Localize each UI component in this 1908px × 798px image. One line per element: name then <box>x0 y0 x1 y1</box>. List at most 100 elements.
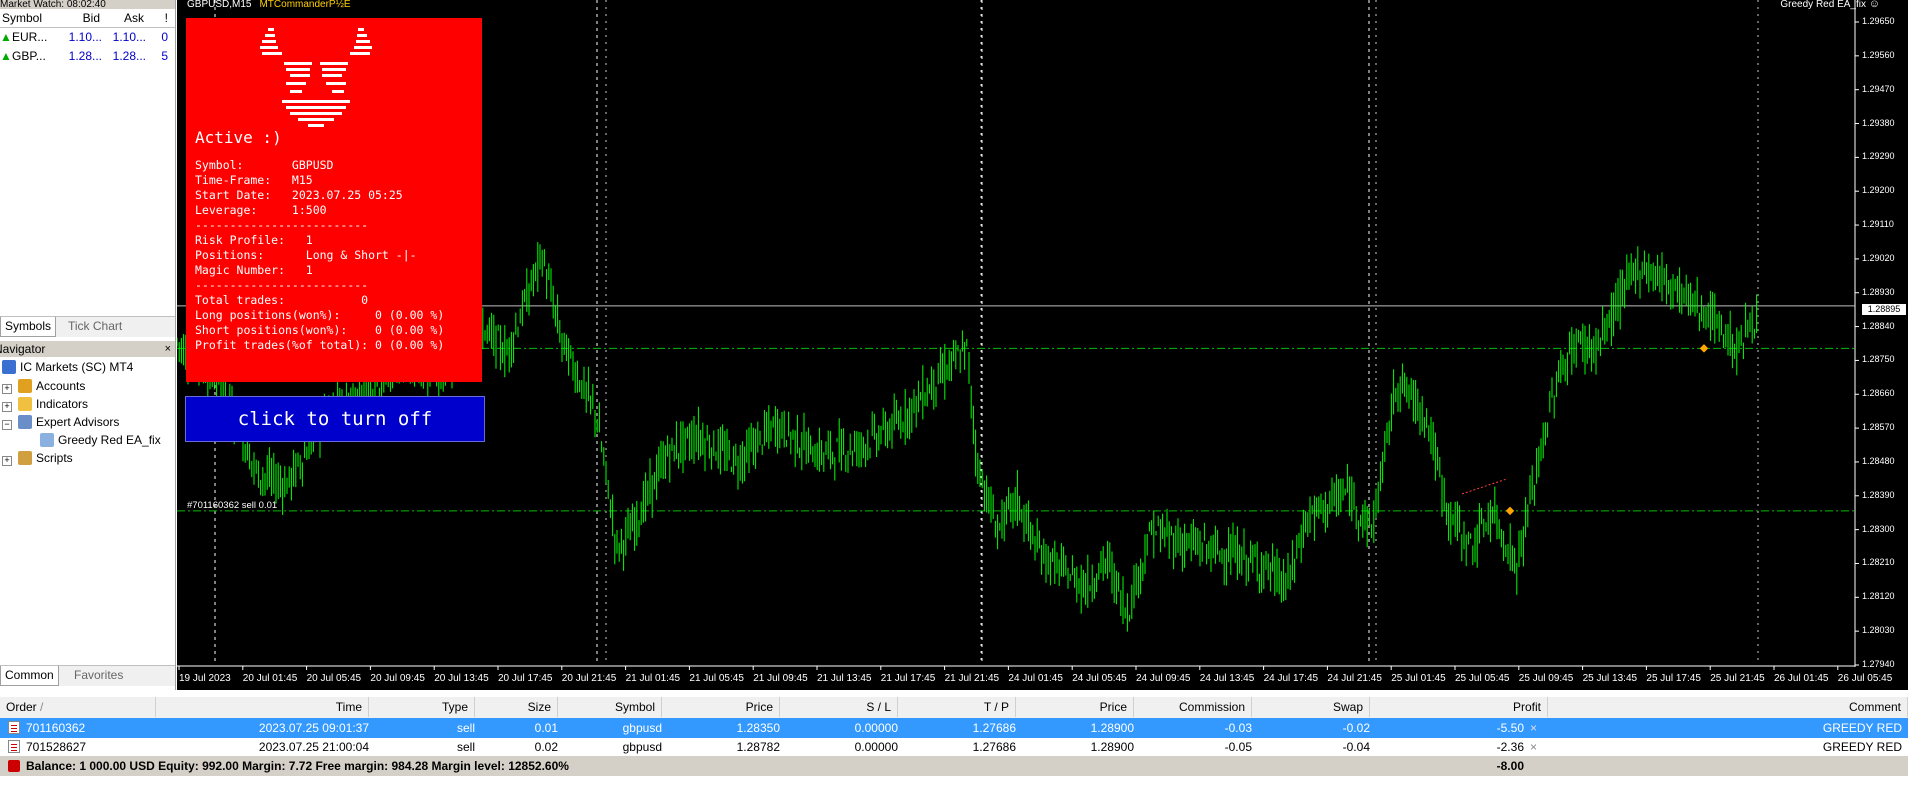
col-commission[interactable]: Commission <box>1134 697 1252 717</box>
nav-indicators[interactable]: Indicators <box>18 396 88 413</box>
time-label: 25 Jul 09:45 <box>1518 673 1574 684</box>
price-label: 1.29560 <box>1862 49 1895 60</box>
col-size[interactable]: Size <box>475 697 558 717</box>
ea-info-line: Positions: Long & Short -|- <box>195 248 417 262</box>
order-order: 701528627 <box>26 740 87 754</box>
col-ask[interactable]: Ask <box>104 9 144 27</box>
bull-logo-icon <box>260 28 372 127</box>
market-watch-title: Market Watch: 08:02:40 <box>0 0 175 9</box>
collapse-icon[interactable]: − <box>2 420 12 430</box>
scripts-icon <box>18 451 32 465</box>
col-swap[interactable]: Swap <box>1252 697 1370 717</box>
time-label: 21 Jul 05:45 <box>689 673 744 684</box>
price-label: 1.29380 <box>1862 117 1895 128</box>
total-profit: -8.00 <box>1496 759 1524 773</box>
order-row[interactable]: 701528627 2023.07.25 21:00:04 sell 0.02 gbpu… <box>0 737 1908 757</box>
col-order[interactable]: Order / <box>0 697 156 717</box>
col-sl[interactable]: S / L <box>780 697 898 717</box>
order-cur-price: 1.28900 <box>1090 721 1134 735</box>
row-ask: 1.28... <box>112 49 146 63</box>
navigator-tabs: Common Favorites <box>0 665 175 686</box>
order-commission: -0.03 <box>1224 721 1252 735</box>
ea-info-line: Magic Number: 1 <box>195 263 313 277</box>
price-label: 1.28840 <box>1862 320 1895 331</box>
ea-name-label: Greedy Red EA_fix <box>1780 0 1866 10</box>
col-symbol[interactable]: Symbol <box>2 9 52 27</box>
order-comment: GREEDY RED <box>1822 721 1902 735</box>
navigator-title: Navigator × <box>0 341 175 357</box>
up-arrow-icon: ▲ <box>0 49 10 63</box>
ea-info-line: Long positions(won%): 0 (0.00 %) <box>195 308 445 322</box>
price-label: 1.27940 <box>1862 659 1895 669</box>
balance-summary: Balance: 1 000.00 USD Equity: 992.00 Mar… <box>26 759 569 773</box>
tab-common[interactable]: Common <box>0 666 59 686</box>
price-chart[interactable]: GBPUSD,M15 MTCommanderP½E Greedy Red EA_f… <box>177 0 1908 690</box>
market-watch-tabs: Symbols Tick Chart <box>0 316 175 337</box>
order-tp: 1.27686 <box>972 740 1016 754</box>
trade-connector <box>1461 478 1508 495</box>
col-comment[interactable]: Comment <box>1548 697 1908 717</box>
time-label: 24 Jul 17:45 <box>1263 673 1319 684</box>
order-icon <box>8 740 20 753</box>
order-swap: -0.04 <box>1342 740 1370 754</box>
price-label: 1.28930 <box>1862 286 1895 297</box>
smiley-icon: ☺ <box>1868 0 1880 10</box>
close-order-icon[interactable]: × <box>1530 718 1542 738</box>
expert-advisors-icon <box>18 415 32 429</box>
order-sl: 0.00000 <box>854 721 898 735</box>
nav-greedy-red-ea[interactable]: Greedy Red EA_fix <box>40 432 161 449</box>
order-tp: 1.27686 <box>972 721 1016 735</box>
nav-scripts[interactable]: Scripts <box>18 450 73 467</box>
ea-info-line: Total trades: 0 <box>195 293 369 307</box>
time-label: 24 Jul 05:45 <box>1072 673 1127 684</box>
row-bid: 1.28... <box>68 49 102 63</box>
expand-icon[interactable]: + <box>2 402 12 412</box>
expand-icon[interactable]: + <box>2 456 12 466</box>
time-label: 20 Jul 05:45 <box>306 673 362 684</box>
col-price[interactable]: Price <box>662 697 780 717</box>
chart-header: GBPUSD,M15 MTCommanderP½E <box>187 0 351 10</box>
order-sl: 0.00000 <box>854 740 898 754</box>
turn-off-button[interactable]: click to turn off <box>185 396 485 442</box>
nav-root[interactable]: IC Markets (SC) MT4 <box>2 359 133 376</box>
order-comment: GREEDY RED <box>1822 740 1902 754</box>
time-label: 26 Jul 05:45 <box>1837 673 1893 684</box>
order-type: sell <box>456 740 475 754</box>
price-label: 1.28390 <box>1862 489 1895 500</box>
close-icon[interactable]: × <box>165 341 171 357</box>
ea-info-panel: Active :) Symbol: GBPUSD Time-Frame: M15 S… <box>186 18 482 382</box>
balance-icon <box>8 760 20 772</box>
order-time: 2023.07.25 09:01:37 <box>258 721 369 735</box>
order-price: 1.28350 <box>736 721 780 735</box>
price-label: 1.28570 <box>1862 422 1895 433</box>
market-watch-row[interactable]: ▲ GBP... 1.28... 1.28... 5 <box>0 47 175 66</box>
expand-icon[interactable]: + <box>2 384 12 394</box>
tab-tick-chart[interactable]: Tick Chart <box>64 317 126 336</box>
col-type[interactable]: Type <box>369 697 475 717</box>
trade-marker <box>1699 344 1709 353</box>
col-symbol[interactable]: Symbol <box>558 697 662 717</box>
close-order-icon[interactable]: × <box>1530 737 1542 757</box>
nav-expert-advisors[interactable]: Expert Advisors <box>18 414 119 431</box>
ea-info-line: Leverage: 1:500 <box>195 203 327 217</box>
order-symbol: gbpusd <box>622 721 662 735</box>
tab-symbols[interactable]: Symbols <box>0 317 57 337</box>
time-label: 25 Jul 17:45 <box>1646 673 1701 684</box>
col-spread[interactable]: ! <box>150 9 168 27</box>
trade-marker <box>1505 506 1515 516</box>
order-type: sell <box>456 721 475 735</box>
col-time[interactable]: Time <box>156 697 369 717</box>
tab-favorites[interactable]: Favorites <box>70 666 127 685</box>
col-profit[interactable]: Profit <box>1370 697 1548 717</box>
nav-accounts[interactable]: Accounts <box>18 378 85 395</box>
market-watch-row[interactable]: ▲ EUR... 1.10... 1.10... 0 <box>0 28 175 47</box>
price-label: 1.29290 <box>1862 151 1895 162</box>
col-bid[interactable]: Bid <box>62 9 100 27</box>
col-cur-price[interactable]: Price <box>1016 697 1134 717</box>
ea-info-line: Risk Profile: 1 <box>195 233 313 247</box>
price-label: 1.28660 <box>1862 388 1895 399</box>
time-label: 20 Jul 21:45 <box>561 673 617 684</box>
order-row[interactable]: 701160362 2023.07.25 09:01:37 sell 0.01 gbpu… <box>0 718 1908 738</box>
ea-info-line: Start Date: 2023.07.25 05:25 <box>195 188 403 202</box>
col-tp[interactable]: T / P <box>898 697 1016 717</box>
